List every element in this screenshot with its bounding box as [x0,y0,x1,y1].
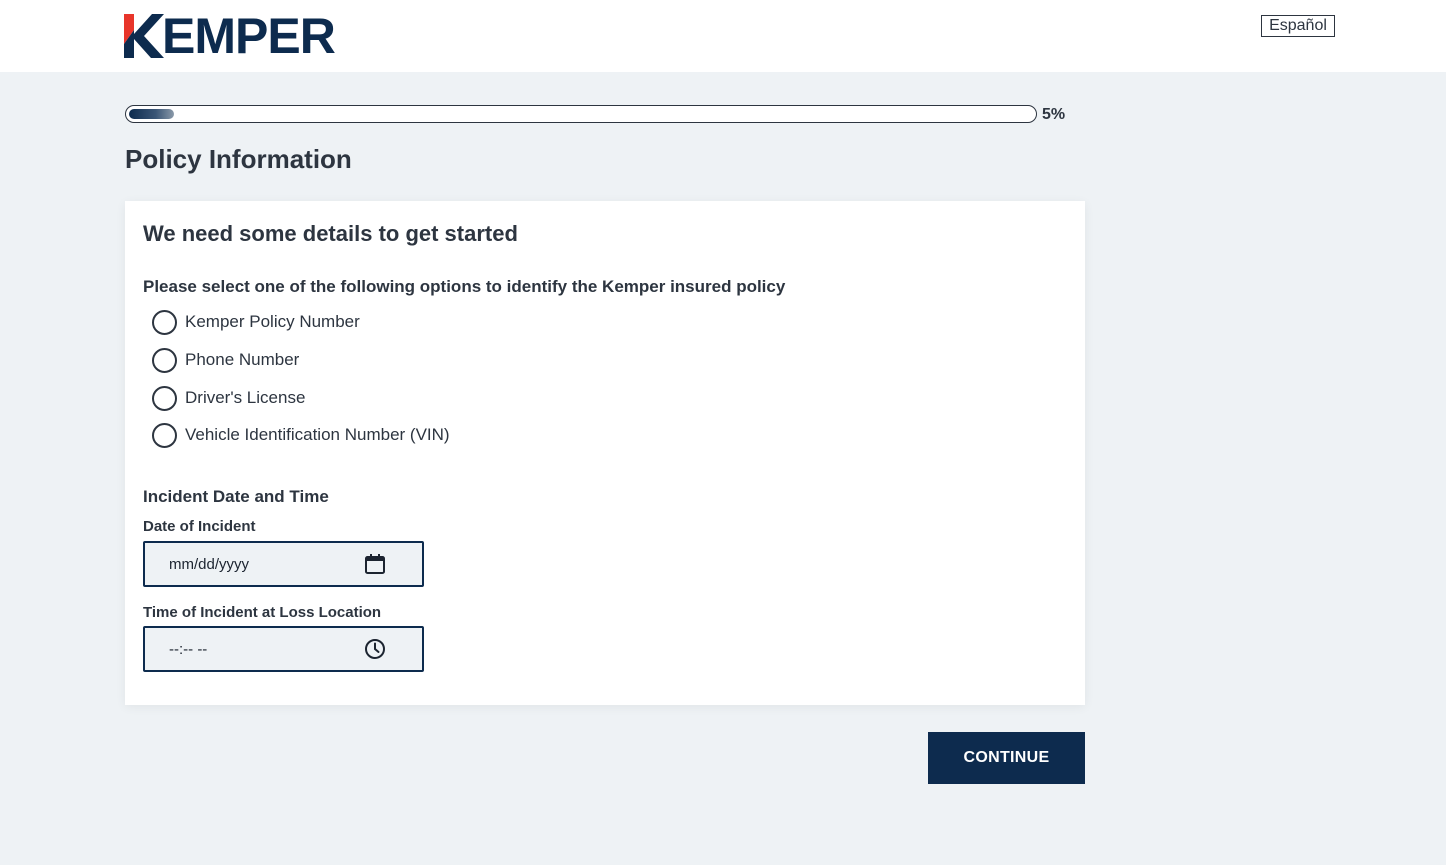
radio-option-vin[interactable]: Vehicle Identification Number (VIN) [152,421,450,449]
radio-button[interactable] [152,347,177,373]
radio-button[interactable] [152,422,177,448]
progress-bar-fill [129,109,175,119]
logo-text: EMPER [162,8,336,64]
time-of-incident-field[interactable] [143,626,424,672]
site-header: EMPER Español [0,0,1446,72]
radio-option-label: Phone Number [185,350,300,369]
time-of-incident-label: Time of Incident at Loss Location [143,604,382,621]
progress-percent-label: 5% [1042,106,1066,123]
radio-option-label: Kemper Policy Number [185,312,360,331]
date-of-incident-input[interactable] [169,555,349,573]
policy-details-card: We need some details to get started Plea… [125,201,1085,705]
radio-option-policy-number[interactable]: Kemper Policy Number [152,308,360,336]
date-of-incident-label: Date of Incident [143,518,256,535]
progress-bar [125,105,1037,123]
radio-button[interactable] [152,309,177,335]
radio-button[interactable] [152,385,177,411]
date-of-incident-field[interactable] [143,541,424,587]
kemper-logo-mark [124,14,164,58]
radio-option-label: Vehicle Identification Number (VIN) [185,425,450,444]
calendar-icon[interactable] [364,553,386,575]
clock-icon[interactable] [364,638,386,660]
page-title: Policy Information [125,144,352,174]
card-heading: We need some details to get started [143,221,518,246]
identify-policy-question: Please select one of the following optio… [143,277,786,296]
time-of-incident-input[interactable] [169,640,349,658]
kemper-logo[interactable]: EMPER [124,8,336,64]
language-toggle-button[interactable]: Español [1261,15,1335,37]
continue-button[interactable]: CONTINUE [928,732,1085,784]
radio-option-label: Driver's License [185,388,306,407]
radio-option-drivers-license[interactable]: Driver's License [152,384,305,412]
radio-option-phone-number[interactable]: Phone Number [152,346,299,374]
incident-section-title: Incident Date and Time [143,487,329,506]
